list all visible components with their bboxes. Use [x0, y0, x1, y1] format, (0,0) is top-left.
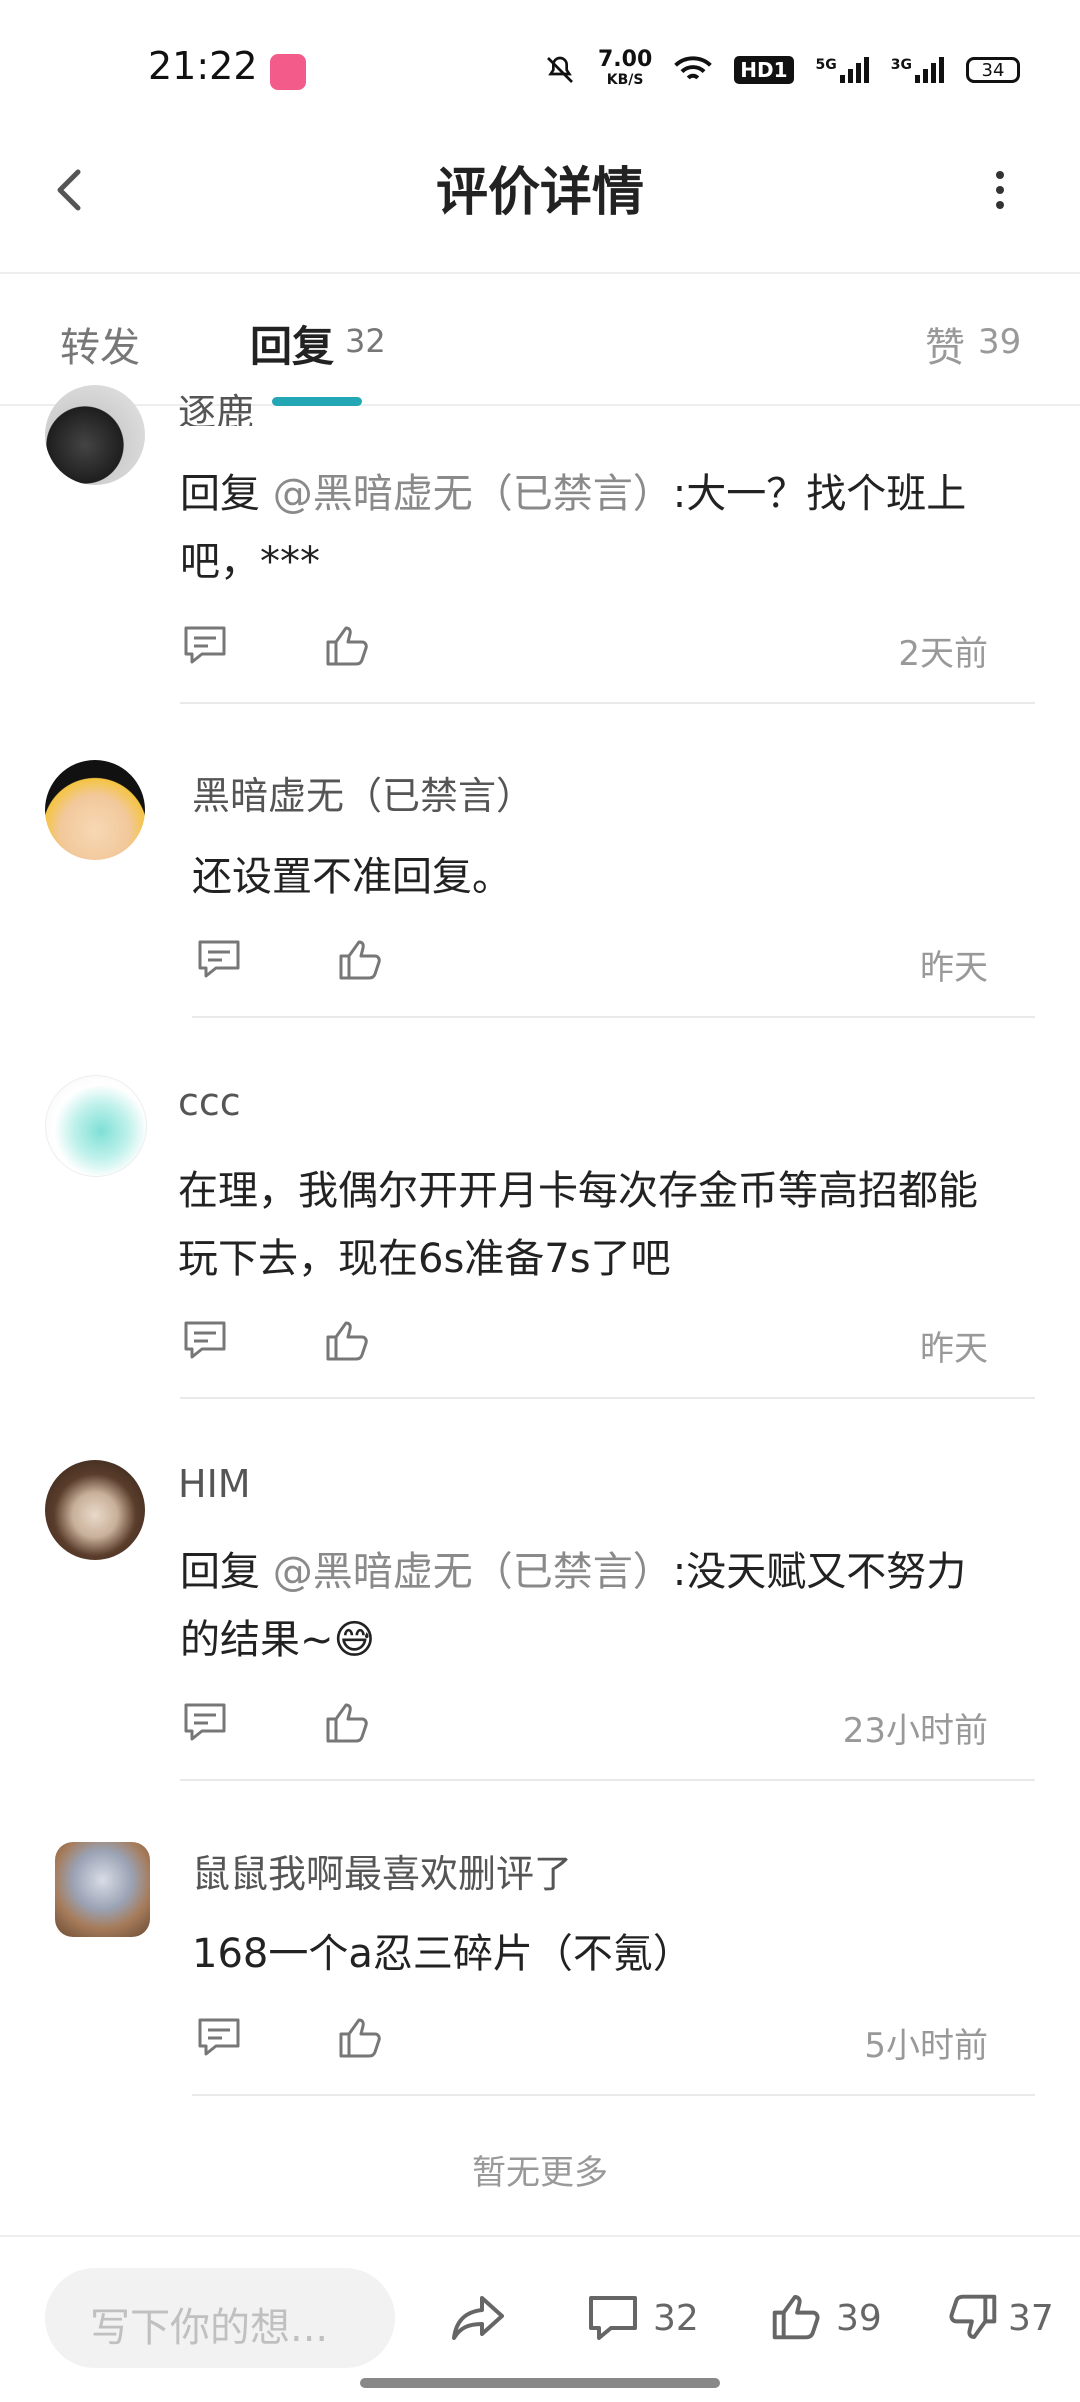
thumbs-up-icon[interactable]: [768, 2288, 824, 2344]
like-count: 39: [836, 2298, 882, 2339]
comment-text: 还设置不准回复。: [192, 854, 512, 900]
reply-icon[interactable]: [180, 1315, 230, 1365]
status-time: 21:22: [148, 44, 258, 88]
tab-repost[interactable]: 转发: [60, 315, 140, 373]
home-indicator[interactable]: [360, 2378, 720, 2388]
avatar[interactable]: [45, 760, 145, 860]
comment-content: 回复 @黑暗虚无（已禁言）:没天赋又不努力 的结果~😅: [180, 1538, 1020, 1674]
comment-username[interactable]: HIM: [178, 1462, 251, 1506]
tab-reply[interactable]: 回复: [250, 313, 334, 374]
tab-like-count: 39: [978, 322, 1022, 362]
active-tab-indicator: [272, 397, 362, 406]
comment-count: 32: [653, 2298, 699, 2339]
comment-time: 5小时前: [864, 2026, 988, 2066]
comment-input-placeholder: 写下你的想...: [90, 2305, 329, 2351]
comment-content: 在理，我偶尔开开月卡每次存金币等高招都能 玩下去，现在6s准备7s了吧: [178, 1157, 1048, 1293]
comment-divider: [180, 702, 1035, 704]
mention-link[interactable]: @黑暗虚无（已禁言）: [273, 1549, 673, 1595]
reply-icon[interactable]: [194, 934, 244, 984]
net-speed: 7.00 KB/S: [597, 47, 653, 90]
battery-icon: 34: [966, 57, 1020, 83]
hd-badge: HD1: [734, 56, 794, 84]
comment-username[interactable]: ccc: [178, 1080, 241, 1124]
reply-icon[interactable]: [180, 1697, 230, 1747]
dislike-count: 37: [1008, 2298, 1054, 2339]
mention-link[interactable]: @黑暗虚无（已禁言）: [273, 471, 673, 517]
comment-time: 23小时前: [842, 1711, 988, 1751]
comment-text-line1: :大一？找个班上: [672, 471, 967, 517]
comment-username[interactable]: 黑暗虚无（已禁言）: [192, 765, 534, 820]
signal-5g-icon: 5G: [816, 57, 869, 83]
battery-level: 34: [981, 59, 1005, 81]
avatar[interactable]: [45, 1460, 145, 1560]
avatar[interactable]: [45, 385, 145, 485]
net-speed-value: 7.00: [597, 47, 653, 72]
comment-icon[interactable]: [585, 2290, 641, 2346]
thumbs-up-icon[interactable]: [322, 1697, 372, 1747]
bilibili-app-icon: [270, 54, 306, 90]
net-speed-unit: KB/S: [606, 72, 644, 88]
comment-username[interactable]: 鼠鼠我啊最喜欢删评了: [192, 1843, 572, 1898]
status-icons: 7.00 KB/S HD1 5G 3G 34: [544, 47, 1020, 90]
comment-text-line2: 的结果~😅: [180, 1617, 376, 1663]
share-icon[interactable]: [448, 2290, 508, 2346]
reply-icon[interactable]: [194, 2012, 244, 2062]
comment-divider: [180, 1397, 1035, 1399]
comment-content: 168一个a忍三碎片（不氪）: [192, 1920, 1032, 1988]
wifi-icon: [674, 56, 713, 80]
thumbs-up-icon[interactable]: [335, 2012, 385, 2062]
comment-username[interactable]: 逐鹿: [178, 382, 254, 426]
thumbs-up-icon[interactable]: [322, 1315, 372, 1365]
reply-icon[interactable]: [180, 620, 230, 670]
thumbs-up-icon[interactable]: [335, 934, 385, 984]
tab-reply-count: 32: [345, 322, 386, 360]
comment-time: 昨天: [920, 1329, 988, 1369]
no-more-text: 暂无更多: [472, 2153, 608, 2193]
comment-divider: [192, 1016, 1035, 1018]
signal-3g-label: 3G: [890, 57, 912, 73]
comment-divider: [180, 1779, 1035, 1781]
more-menu-button[interactable]: [975, 165, 1025, 215]
comment-content: 还设置不准回复。: [192, 843, 1032, 911]
comment-text-line1: :没天赋又不努力: [672, 1549, 967, 1595]
avatar[interactable]: [55, 1842, 150, 1937]
mute-bell-icon: [547, 56, 573, 83]
tab-like[interactable]: 赞: [925, 315, 965, 373]
thumbs-up-icon[interactable]: [322, 620, 372, 670]
signal-5g-label: 5G: [815, 57, 837, 73]
comment-divider: [192, 2094, 1035, 2096]
avatar[interactable]: [45, 1075, 147, 1177]
comment-time: 昨天: [920, 948, 988, 988]
comment-text: 168一个a忍三碎片（不氪）: [192, 1931, 693, 1977]
comment-text-line2: 玩下去，现在6s准备7s了吧: [178, 1236, 671, 1282]
comment-text-line2: 吧，***: [180, 539, 320, 585]
thumbs-down-icon[interactable]: [945, 2290, 1001, 2346]
comment-content: 回复 @黑暗虚无（已禁言）:大一？找个班上 吧，***: [180, 460, 1020, 596]
comment-text-line1: 在理，我偶尔开开月卡每次存金币等高招都能: [178, 1168, 978, 1214]
reply-prefix: 回复: [180, 471, 273, 517]
tab-bar: [0, 274, 1080, 406]
signal-3g-icon: 3G: [891, 57, 944, 83]
comment-time: 2天前: [898, 634, 988, 674]
reply-prefix: 回复: [180, 1549, 273, 1595]
page-title: 评价详情: [435, 163, 644, 223]
